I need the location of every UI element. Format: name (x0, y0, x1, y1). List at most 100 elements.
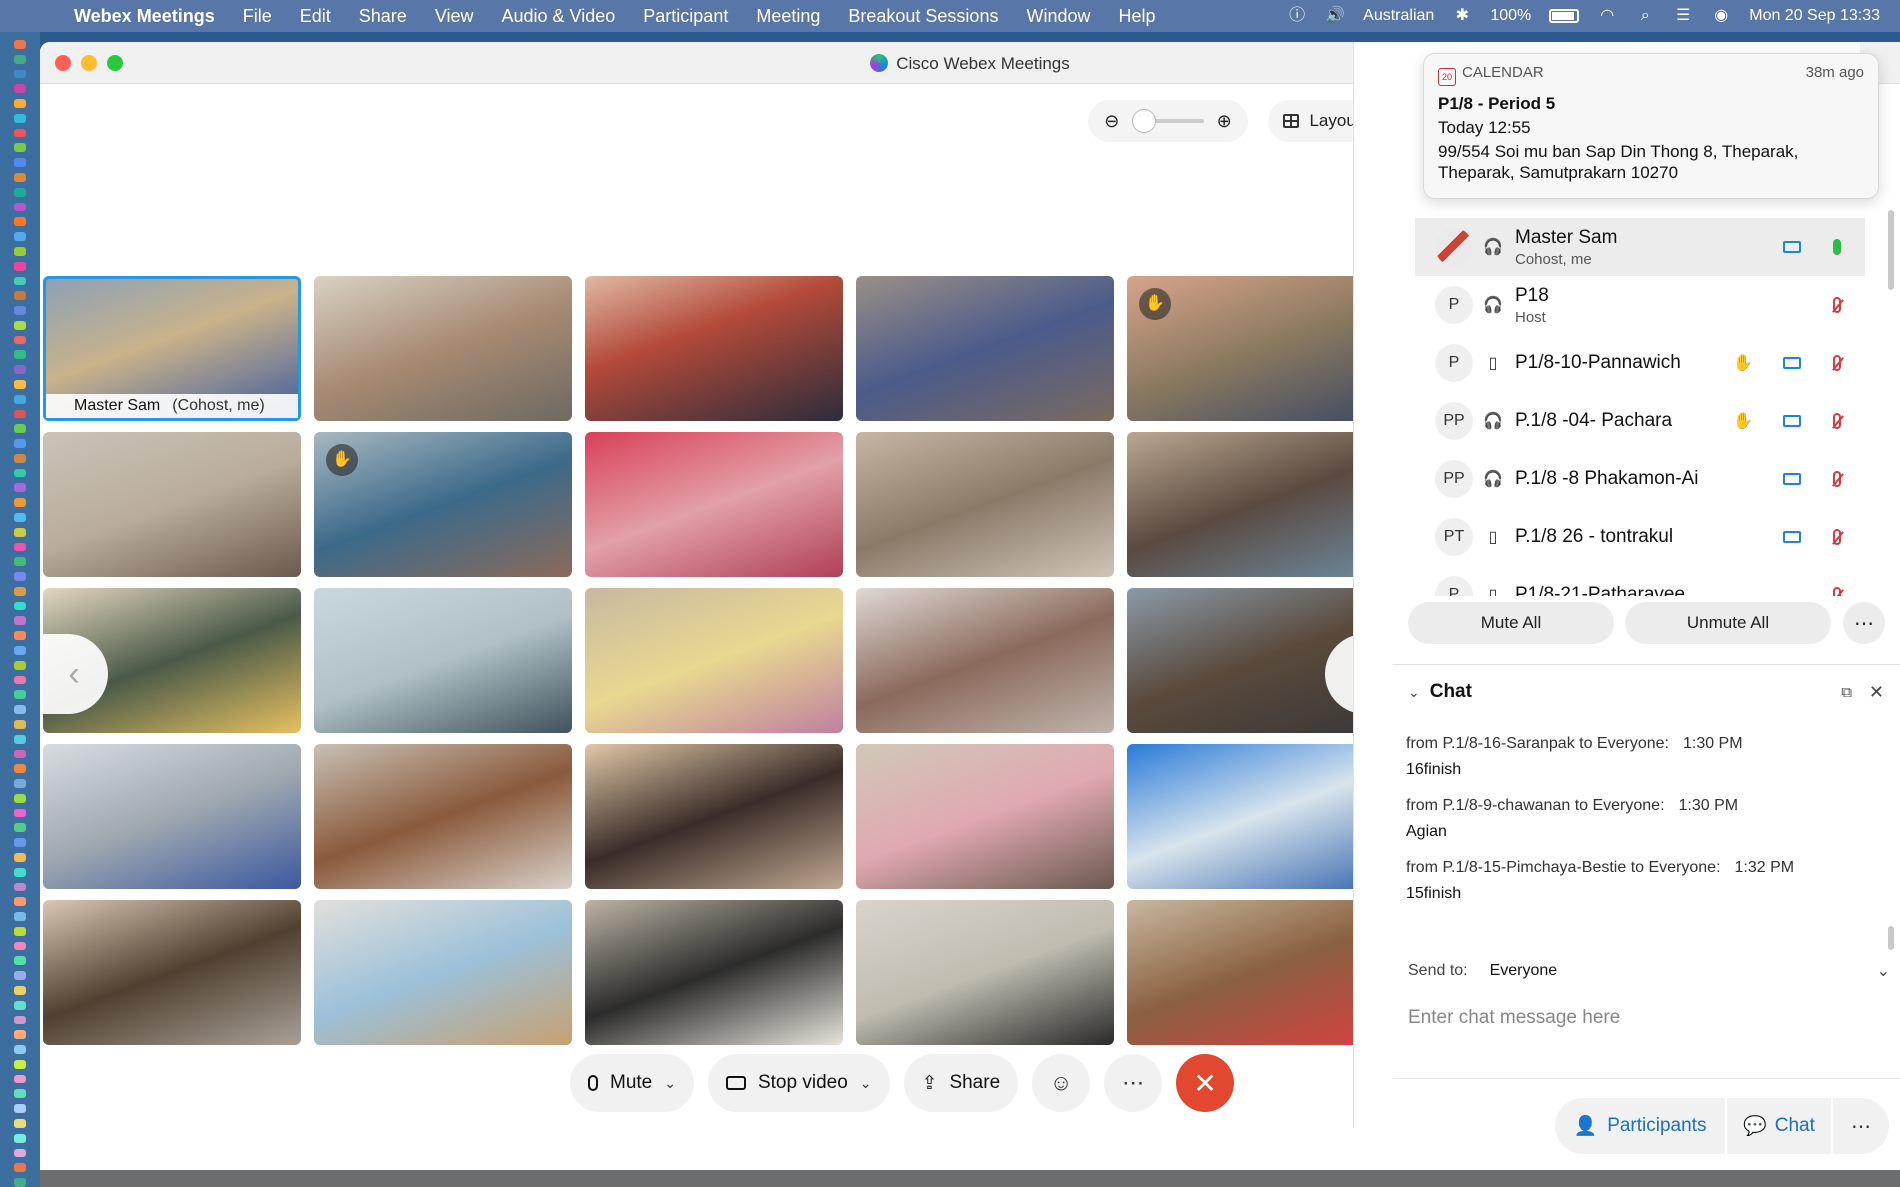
dock-app-icon[interactable] (14, 912, 26, 921)
dock-app-icon[interactable] (14, 128, 26, 138)
reactions-button[interactable]: ☺ (1032, 1054, 1091, 1112)
participant-video-tile[interactable] (856, 588, 1114, 733)
dock-app-icon[interactable] (14, 601, 26, 611)
dock-app-icon[interactable] (14, 187, 26, 197)
dock-app-icon[interactable] (14, 926, 26, 936)
microphone-muted-icon[interactable] (1833, 297, 1841, 313)
participant-video-tile[interactable] (585, 744, 843, 889)
dock-app-icon[interactable] (14, 1015, 26, 1025)
dock-app-icon[interactable] (14, 941, 26, 951)
dock-app-icon[interactable] (14, 1148, 26, 1158)
dock-app-icon[interactable] (14, 838, 26, 847)
participant-video-tile[interactable] (314, 900, 572, 1045)
dock-app-icon[interactable] (14, 483, 26, 493)
dock-app-icon[interactable] (14, 1059, 26, 1069)
spotlight-search-icon[interactable]: ⌕ (1635, 6, 1655, 26)
participant-row[interactable]: P ▯ P1/8-21-Patharavee (1415, 566, 1865, 596)
dock-app-icon[interactable] (14, 793, 26, 803)
participant-video-tile[interactable] (856, 744, 1114, 889)
dock-app-icon[interactable] (14, 113, 26, 123)
participants-scrollbar[interactable] (1888, 210, 1894, 290)
video-camera-icon[interactable] (1783, 473, 1801, 485)
dock-app-icon[interactable] (14, 1089, 26, 1099)
participant-video-tile[interactable] (314, 588, 572, 733)
chevron-down-icon[interactable]: ⌄ (1877, 961, 1890, 981)
dock-app-icon[interactable] (14, 261, 26, 271)
participant-more-button[interactable]: ⋯ (1843, 602, 1885, 644)
calendar-notification[interactable]: 20 CALENDAR 38m ago P1/8 - Period 5 Today… (1423, 53, 1879, 199)
participant-row[interactable]: PP 🎧 P.1/8 -8 Phakamon-Ai (1415, 450, 1865, 508)
dock-app-icon[interactable] (14, 202, 26, 212)
dock-app-icon[interactable] (14, 453, 26, 463)
dock-app-icon[interactable] (14, 557, 26, 567)
participant-video-tile[interactable] (1127, 744, 1385, 889)
dock-app-icon[interactable] (14, 867, 26, 877)
menu-audio-video[interactable]: Audio & Video (502, 6, 616, 27)
participant-row[interactable]: P ▯ P1/8-10-Pannawich ✋ (1415, 334, 1865, 392)
siri-icon[interactable]: ◉ (1711, 6, 1731, 26)
video-camera-icon[interactable] (1783, 415, 1801, 427)
participant-video-tile[interactable] (1127, 900, 1385, 1045)
dock-app-icon[interactable] (14, 542, 26, 552)
participant-video-tile[interactable] (585, 900, 843, 1045)
participant-row[interactable]: P 🎧 P18 Host (1415, 276, 1865, 334)
dock-app-icon[interactable] (14, 379, 26, 389)
dock-app-icon[interactable] (14, 897, 26, 907)
dock-app-icon[interactable] (14, 1104, 26, 1114)
accessibility-icon[interactable]: ⓘ (1287, 6, 1307, 26)
dock-app-icon[interactable] (14, 852, 26, 862)
dock-app-icon[interactable] (14, 232, 26, 241)
control-center-icon[interactable]: ☰ (1673, 6, 1693, 26)
chat-panel-button[interactable]: 💬 Chat (1727, 1098, 1831, 1154)
dock-app-icon[interactable] (14, 320, 26, 330)
menu-bar-clock[interactable]: Mon 20 Sep 13:33 (1749, 7, 1880, 25)
microphone-icon[interactable] (1833, 239, 1841, 255)
mute-button[interactable]: Mute ⌄ (570, 1054, 694, 1112)
chat-message-input[interactable] (1408, 1000, 1884, 1036)
dock-app-icon[interactable] (14, 1178, 26, 1187)
menu-breakout-sessions[interactable]: Breakout Sessions (848, 6, 998, 27)
app-menu[interactable]: Webex Meetings (74, 6, 215, 27)
dock-app-icon[interactable] (14, 513, 26, 522)
dock-app-icon[interactable] (14, 306, 26, 315)
leave-meeting-button[interactable]: ✕ (1176, 1054, 1235, 1112)
menu-edit[interactable]: Edit (300, 6, 331, 27)
dock-app-icon[interactable] (14, 54, 26, 64)
participants-panel-button[interactable]: 👤 Participants (1555, 1098, 1725, 1154)
dock-app-icon[interactable] (14, 365, 26, 374)
more-panels-button[interactable]: ⋯ (1833, 1098, 1889, 1154)
participant-video-tile[interactable] (43, 432, 301, 577)
menu-participant[interactable]: Participant (643, 6, 728, 27)
participant-video-tile[interactable] (585, 276, 843, 421)
dock-app-icon[interactable] (14, 99, 26, 108)
participant-video-tile[interactable] (1127, 432, 1385, 577)
participant-video-tile[interactable] (856, 900, 1114, 1045)
zoom-slider[interactable] (1131, 109, 1204, 133)
participant-video-tile[interactable] (314, 744, 572, 889)
dock-app-icon[interactable] (14, 749, 26, 759)
dock-app-icon[interactable] (14, 40, 26, 49)
dock-app-icon[interactable] (14, 690, 26, 700)
zoom-slider-knob[interactable] (1131, 109, 1156, 133)
share-button[interactable]: ⇪ Share (903, 1054, 1019, 1112)
video-camera-icon[interactable] (1783, 531, 1801, 543)
participant-row[interactable]: PP 🎧 P.1/8 -04- Pachara ✋ (1415, 392, 1865, 450)
dock-app-icon[interactable] (14, 734, 26, 744)
dock-app-icon[interactable] (14, 616, 26, 626)
menu-window[interactable]: Window (1026, 6, 1090, 27)
dock-app-icon[interactable] (14, 409, 26, 419)
unmute-all-button[interactable]: Unmute All (1625, 602, 1831, 644)
dock-app-icon[interactable] (14, 986, 26, 995)
participant-video-tile[interactable] (856, 432, 1114, 577)
close-chat-icon[interactable]: ✕ (1869, 682, 1884, 703)
zoom-out-icon[interactable]: ⊖ (1104, 111, 1119, 132)
video-camera-icon[interactable] (1783, 357, 1801, 369)
menu-view[interactable]: View (435, 6, 474, 27)
dock-app-icon[interactable] (14, 1000, 26, 1010)
dock-app-icon[interactable] (14, 1119, 26, 1128)
dock-app-icon[interactable] (14, 956, 26, 966)
dock-app-icon[interactable] (14, 823, 26, 833)
menu-file[interactable]: File (243, 6, 272, 27)
self-video-tile[interactable]: Master Sam (Cohost, me) (43, 276, 301, 421)
dock-app-icon[interactable] (14, 246, 26, 256)
